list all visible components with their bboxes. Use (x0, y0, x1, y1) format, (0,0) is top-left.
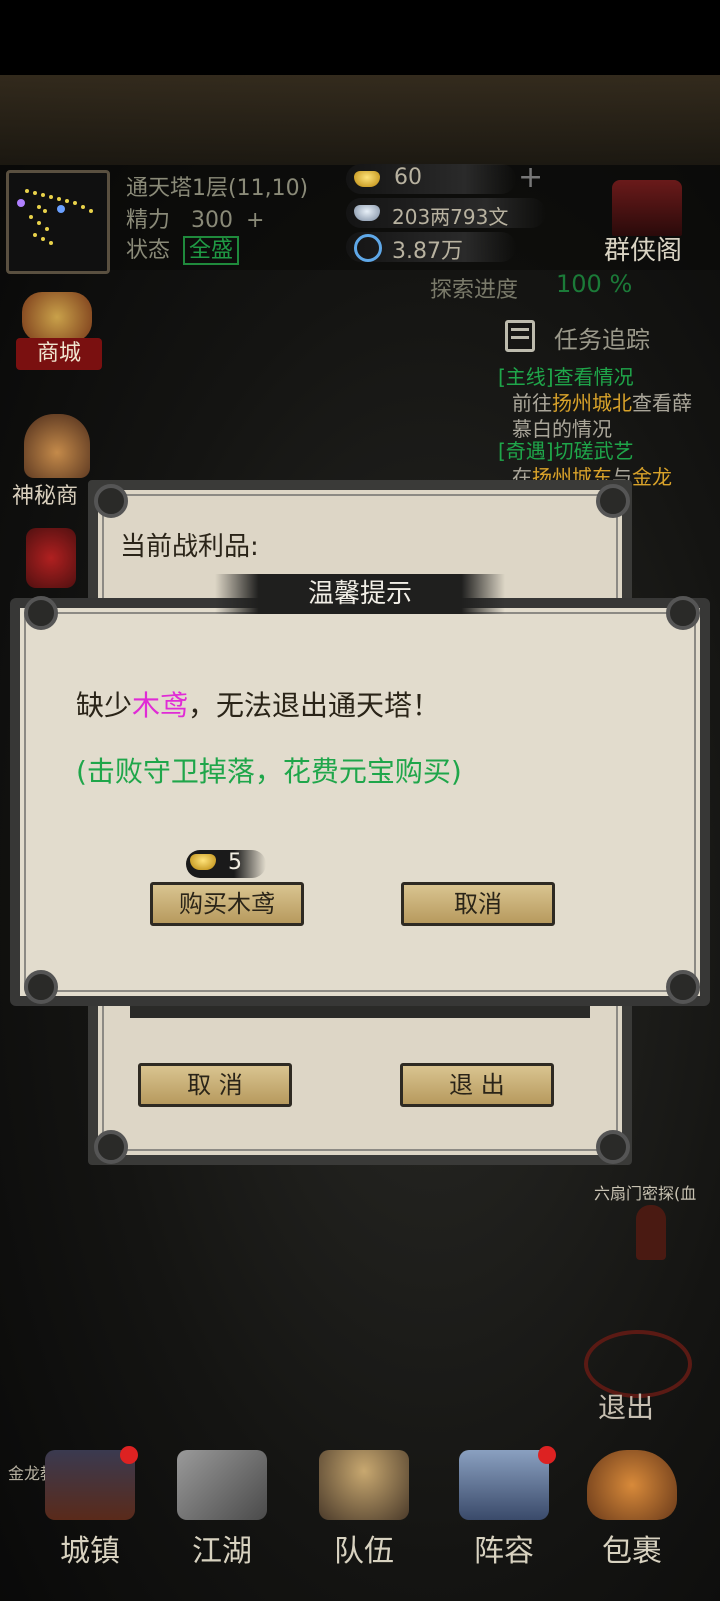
nav-formation[interactable]: 阵容 (444, 1450, 564, 1580)
corner-ornament (24, 970, 58, 1004)
nav-town[interactable]: 城镇 (30, 1450, 150, 1580)
loot-header: 当前战利品: (120, 532, 259, 562)
nav-jianghu[interactable]: 江湖 (162, 1450, 282, 1580)
npc-figure[interactable] (636, 1205, 666, 1260)
state-row: 状态 全盛 (126, 232, 240, 265)
location-text: 通天塔1层(11,10) (126, 176, 309, 201)
loot-exit-button[interactable]: 退 出 (400, 1063, 554, 1107)
nav-label: 阵容 (474, 1534, 534, 1569)
notification-dot (120, 1446, 138, 1464)
bag-icon (587, 1450, 677, 1520)
task-desc-pre: 前往 (512, 391, 552, 415)
task-header[interactable]: 任务追踪 (554, 320, 650, 355)
gold-ingot-icon (190, 854, 216, 870)
add-stamina-icon[interactable]: + (246, 208, 264, 233)
task-title: 查看情况 (553, 365, 634, 389)
exit-map-label[interactable]: 退出 (598, 1386, 654, 1426)
cost-badge: 5 (186, 850, 266, 878)
minimap[interactable] (6, 170, 110, 274)
task-place: 扬州城北 (552, 391, 632, 415)
warning-message: 缺少木鸢，无法退出通天塔！ (76, 684, 440, 724)
hint-text: (击败守卫掉落，花费元宝购买) (76, 755, 462, 788)
task-tag: [奇遇] (498, 439, 554, 463)
spiral-icon (354, 234, 382, 262)
silver-ingot-icon (354, 205, 380, 221)
formation-scroll-icon (459, 1450, 549, 1520)
guild-label[interactable]: 群侠阁 (604, 230, 682, 267)
cost-value: 5 (228, 850, 242, 875)
corner-ornament (596, 1130, 630, 1164)
spirit-counter: 3.87万 (346, 232, 516, 264)
task-title: 切磋武艺 (553, 439, 634, 463)
nav-label: 江湖 (192, 1534, 252, 1569)
merchant-label[interactable]: 神秘商 (12, 478, 78, 510)
npc-label[interactable]: 六扇门密探(血 (594, 1180, 696, 1204)
warning-dialog (10, 598, 710, 1006)
corner-ornament (94, 484, 128, 518)
silver-counter: 203两793文 (346, 198, 546, 229)
nav-label: 城镇 (60, 1534, 120, 1569)
gold-ingot-icon (354, 171, 380, 187)
missing-item-name: 木鸢 (132, 689, 189, 722)
nav-label: 包裹 (602, 1534, 662, 1569)
loot-items-strip (130, 1004, 590, 1018)
dialog-title: 温馨提示 (215, 574, 505, 614)
silver-value: 203两793文 (392, 205, 509, 229)
shop-label[interactable]: 商城 (16, 338, 102, 370)
corner-ornament (596, 484, 630, 518)
gold-counter: 60 (346, 164, 516, 194)
add-gold-icon[interactable]: + (518, 160, 543, 195)
nav-team[interactable]: 队伍 (304, 1450, 424, 1580)
corner-ornament (666, 970, 700, 1004)
state-label: 状态 (126, 238, 171, 263)
swords-icon (177, 1450, 267, 1520)
message-suffix: ，无法退出通天塔！ (188, 689, 441, 722)
explore-value: 100 % (556, 270, 633, 298)
message-prefix: 缺少 (76, 689, 133, 722)
top-decoration (0, 75, 720, 165)
task-item-main[interactable]: [主线]查看情况 前往扬州城北查看薛慕白的情况 (498, 364, 708, 442)
loot-cancel-button[interactable]: 取 消 (138, 1063, 292, 1107)
notification-dot (538, 1446, 556, 1464)
stamina-value: 300 (191, 208, 234, 233)
corner-ornament (666, 596, 700, 630)
stamina-label: 精力 (126, 208, 171, 233)
task-npc-name: 金龙 (632, 465, 672, 489)
task-tag: [主线] (498, 365, 554, 389)
task-list-icon[interactable] (505, 320, 535, 352)
merchant-portrait-icon[interactable] (24, 414, 90, 478)
pavilion-icon[interactable] (612, 180, 682, 236)
stamina-row: 精力 300 + (126, 202, 264, 234)
spirit-value: 3.87万 (392, 239, 463, 264)
shop-icon[interactable] (22, 292, 92, 342)
team-hat-icon (319, 1450, 409, 1520)
corner-ornament (94, 1130, 128, 1164)
nav-label: 队伍 (334, 1534, 394, 1569)
explore-label: 探索进度 (430, 278, 519, 303)
buy-item-button[interactable]: 购买木鸢 (150, 882, 304, 926)
warning-dialog-frame (24, 612, 696, 992)
state-badge: 全盛 (183, 236, 240, 265)
corner-ornament (24, 596, 58, 630)
minimap-path (17, 189, 93, 245)
cancel-button[interactable]: 取消 (401, 882, 555, 926)
gift-icon[interactable] (26, 528, 76, 588)
gold-value: 60 (394, 165, 422, 190)
nav-bag[interactable]: 包裹 (572, 1450, 692, 1580)
